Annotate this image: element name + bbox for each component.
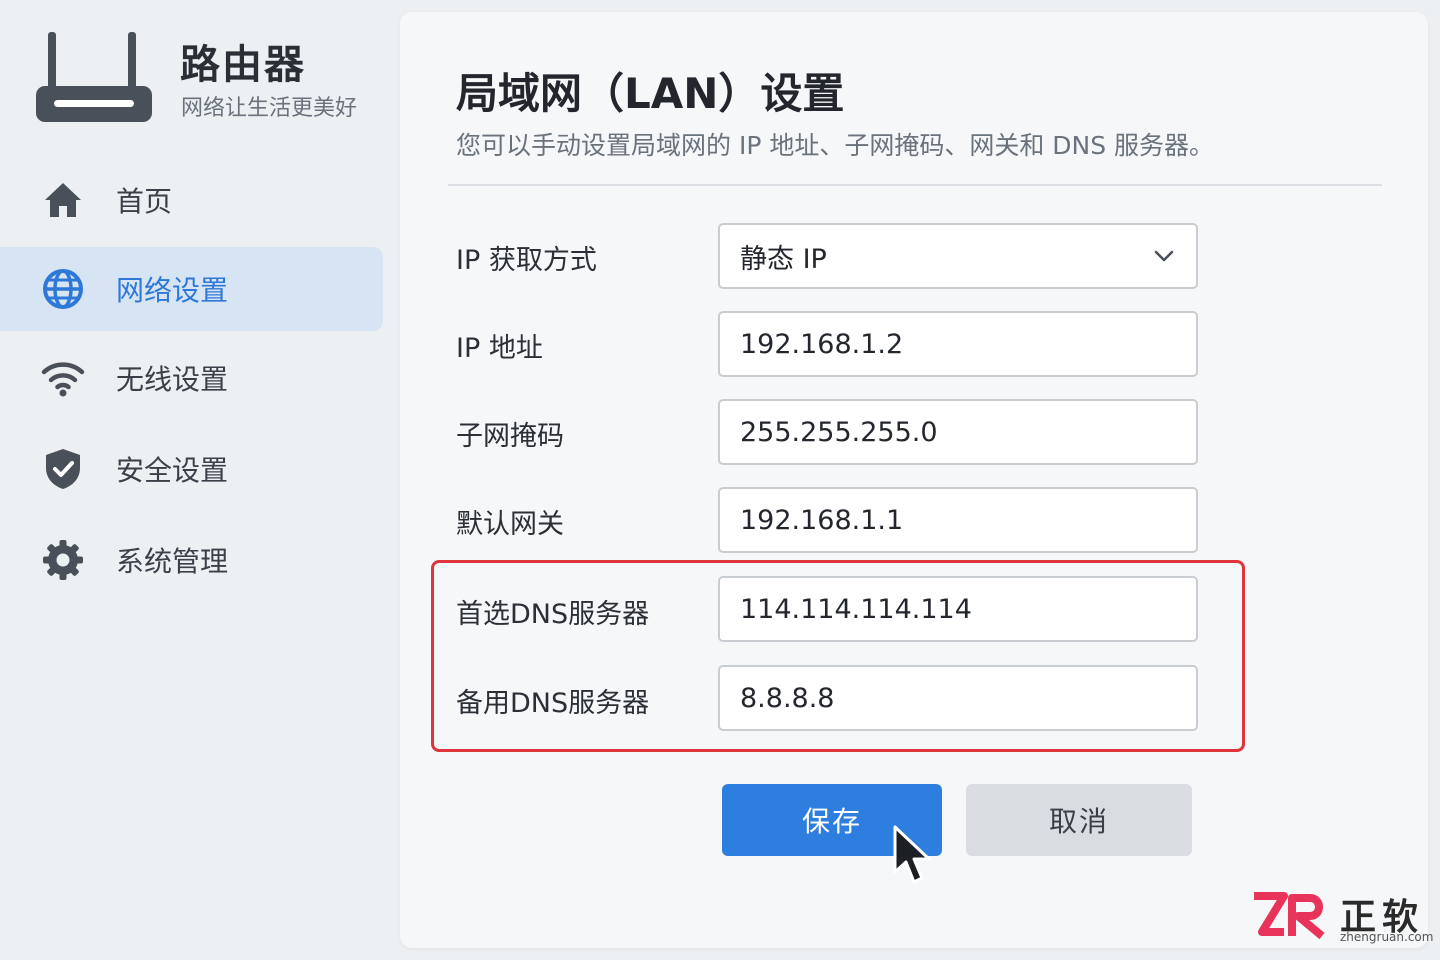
primary-dns-input[interactable] <box>718 576 1198 642</box>
divider <box>448 184 1382 186</box>
router-icon <box>36 32 152 122</box>
secondary-dns-input[interactable] <box>718 665 1198 731</box>
page-title: 局域网（LAN）设置 <box>456 69 845 118</box>
zr-logo-icon <box>1254 892 1325 940</box>
subnet-mask-label: 子网掩码 <box>456 421 564 452</box>
gateway-label: 默认网关 <box>456 509 564 540</box>
sidebar-item-network[interactable]: 网络设置 <box>0 247 383 331</box>
sidebar-item-label: 系统管理 <box>116 545 229 578</box>
chevron-down-icon <box>1154 250 1174 262</box>
watermark-url: zhengruan.com <box>1340 930 1434 944</box>
secondary-dns-label: 备用DNS服务器 <box>456 688 650 719</box>
sidebar: 路由器 网络让生活更美好 首页 网络设置 无线设置 安全设置 系统管理 <box>0 0 400 960</box>
ip-mode-label: IP 获取方式 <box>456 245 597 276</box>
sidebar-item-label: 无线设置 <box>116 363 229 396</box>
globe-icon <box>40 266 86 312</box>
subnet-mask-input[interactable] <box>718 399 1198 465</box>
page-description: 您可以手动设置局域网的 IP 地址、子网掩码、网关和 DNS 服务器。 <box>456 131 1215 160</box>
ip-mode-value: 静态 IP <box>740 243 827 275</box>
mouse-cursor-icon <box>893 825 931 884</box>
sidebar-item-label: 首页 <box>116 185 173 218</box>
gateway-input[interactable] <box>718 487 1198 553</box>
ip-address-label: IP 地址 <box>456 333 543 364</box>
sidebar-item-security[interactable]: 安全设置 <box>0 427 383 511</box>
watermark: 正软 zhengruan.com <box>1250 890 1434 946</box>
sidebar-item-label: 安全设置 <box>116 454 229 487</box>
brand-title: 路由器 <box>180 42 306 88</box>
home-icon <box>40 177 86 223</box>
sidebar-item-home[interactable]: 首页 <box>0 158 383 242</box>
shield-check-icon <box>40 446 86 492</box>
gear-icon <box>40 537 86 583</box>
wifi-icon <box>40 355 86 401</box>
sidebar-item-label: 网络设置 <box>116 274 229 307</box>
cancel-button[interactable]: 取消 <box>966 784 1192 856</box>
sidebar-item-wireless[interactable]: 无线设置 <box>0 336 383 420</box>
primary-dns-label: 首选DNS服务器 <box>456 599 650 630</box>
ip-address-input[interactable] <box>718 311 1198 377</box>
ip-mode-select[interactable]: 静态 IP <box>718 223 1198 289</box>
sidebar-item-system[interactable]: 系统管理 <box>0 518 383 602</box>
lan-settings-panel: 局域网（LAN）设置 您可以手动设置局域网的 IP 地址、子网掩码、网关和 DN… <box>400 12 1428 948</box>
brand-subtitle: 网络让生活更美好 <box>181 96 358 121</box>
